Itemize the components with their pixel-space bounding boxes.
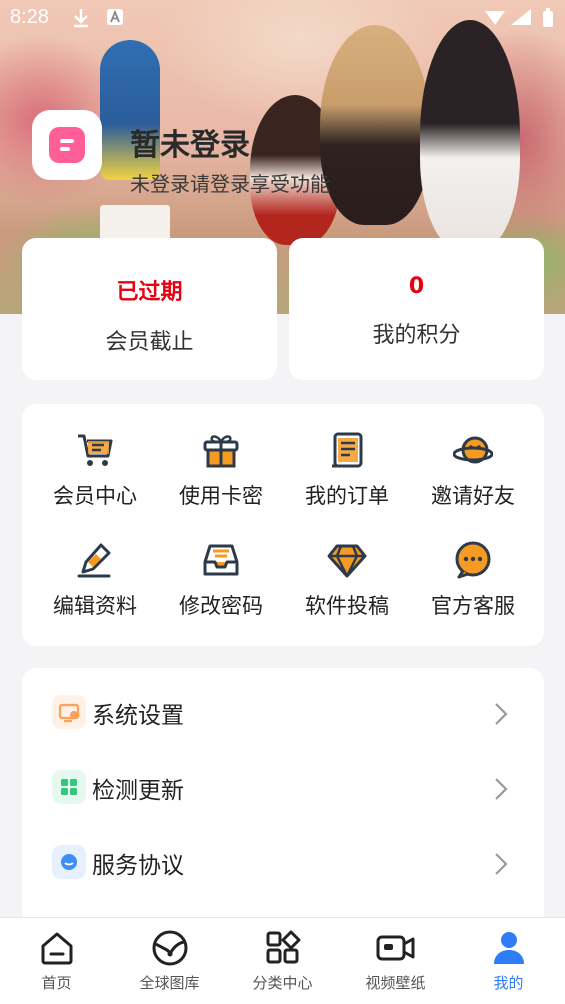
grid-item-label: 软件投稿 bbox=[305, 594, 389, 618]
bottom-navigation: 首页 全球图库 分类中心 视频壁纸 我的 bbox=[0, 917, 565, 1004]
diamond-icon bbox=[327, 544, 367, 578]
grid-item-label: 使用卡密 bbox=[179, 484, 263, 508]
nav-tab-category-center[interactable]: 分类中心 bbox=[226, 930, 339, 993]
nav-tab-label: 我的 bbox=[493, 974, 524, 992]
user-icon bbox=[493, 932, 524, 964]
download-icon bbox=[72, 8, 90, 32]
app-logo-avatar[interactable] bbox=[32, 110, 102, 180]
chat-bubble-icon bbox=[455, 541, 491, 579]
nav-tab-label: 全球图库 bbox=[139, 974, 200, 992]
settings-icon bbox=[52, 695, 86, 729]
wifi-icon bbox=[484, 8, 506, 30]
membership-expiry-card[interactable]: 已过期 会员截止 bbox=[22, 238, 277, 380]
grid-item-software-submission[interactable]: 软件投稿 bbox=[282, 540, 412, 620]
video-camera-icon bbox=[376, 935, 414, 961]
agreement-chat-icon bbox=[52, 845, 86, 879]
status-time: 8:28 bbox=[10, 6, 49, 28]
list-item-label: 服务协议 bbox=[92, 853, 184, 879]
feature-grid: 会员中心 使用卡密 我的订单 邀请好友 编辑资料 修改密码 软件投稿 官方客服 bbox=[22, 404, 544, 646]
grid-item-redeem-code[interactable]: 使用卡密 bbox=[156, 430, 286, 510]
nav-tab-global-gallery[interactable]: 全球图库 bbox=[113, 930, 226, 993]
home-icon bbox=[41, 932, 72, 965]
grid-item-change-password[interactable]: 修改密码 bbox=[156, 540, 286, 620]
invite-planet-icon bbox=[453, 436, 493, 464]
cart-icon bbox=[78, 434, 113, 466]
grid-item-invite-friends[interactable]: 邀请好友 bbox=[408, 430, 538, 510]
grid-item-label: 官方客服 bbox=[431, 594, 515, 618]
nav-tab-video-wallpaper[interactable]: 视频壁纸 bbox=[339, 930, 452, 993]
grid-item-member-center[interactable]: 会员中心 bbox=[30, 430, 160, 510]
nav-tab-label: 视频壁纸 bbox=[365, 974, 426, 992]
nav-tab-label: 分类中心 bbox=[252, 974, 313, 992]
membership-status-label: 会员截止 bbox=[105, 330, 194, 355]
grid-item-label: 邀请好友 bbox=[431, 484, 515, 508]
login-hint-subtitle[interactable]: 未登录请登录享受功能 bbox=[130, 168, 330, 197]
nav-tab-mine[interactable]: 我的 bbox=[452, 930, 565, 993]
grid-item-label: 我的订单 bbox=[305, 484, 389, 508]
points-label: 我的积分 bbox=[372, 323, 461, 348]
grid-item-label: 修改密码 bbox=[179, 594, 263, 618]
login-status-title[interactable]: 暂未登录 bbox=[130, 120, 250, 164]
grid-item-edit-profile[interactable]: 编辑资料 bbox=[30, 540, 160, 620]
points-card[interactable]: 0 我的积分 bbox=[289, 238, 544, 380]
order-icon bbox=[332, 432, 363, 468]
settings-list: 系统设置 检测更新 服务协议 bbox=[22, 668, 544, 928]
banner-character-illustration bbox=[320, 25, 430, 225]
globe-gallery-icon bbox=[152, 930, 187, 966]
signal-icon bbox=[510, 8, 532, 30]
list-item-check-update[interactable]: 检测更新 bbox=[22, 751, 544, 826]
list-item-service-agreement[interactable]: 服务协议 bbox=[22, 826, 544, 901]
chevron-right-icon bbox=[495, 853, 508, 875]
grid-item-label: 编辑资料 bbox=[53, 594, 137, 618]
points-value: 0 bbox=[408, 274, 425, 299]
inbox-icon bbox=[203, 544, 239, 576]
gift-icon bbox=[203, 435, 239, 468]
app-notification-icon bbox=[106, 8, 124, 30]
category-icon bbox=[266, 930, 300, 964]
grid-item-label: 会员中心 bbox=[53, 484, 137, 508]
grid-item-customer-service[interactable]: 官方客服 bbox=[408, 540, 538, 620]
pen-edit-icon bbox=[77, 543, 111, 578]
chevron-right-icon bbox=[495, 703, 508, 725]
membership-status-value: 已过期 bbox=[116, 280, 183, 305]
list-item-system-settings[interactable]: 系统设置 bbox=[22, 676, 544, 751]
grid-item-my-orders[interactable]: 我的订单 bbox=[282, 430, 412, 510]
nav-tab-home[interactable]: 首页 bbox=[0, 930, 113, 993]
app-logo-icon bbox=[49, 127, 85, 163]
banner-character-illustration bbox=[420, 20, 520, 250]
update-grid-icon bbox=[52, 770, 86, 804]
list-item-label: 系统设置 bbox=[92, 703, 184, 729]
list-item-label: 检测更新 bbox=[92, 778, 184, 804]
chevron-right-icon bbox=[495, 778, 508, 800]
battery-icon bbox=[542, 8, 554, 32]
nav-tab-label: 首页 bbox=[41, 974, 72, 992]
status-bar: 8:28 bbox=[0, 0, 565, 36]
